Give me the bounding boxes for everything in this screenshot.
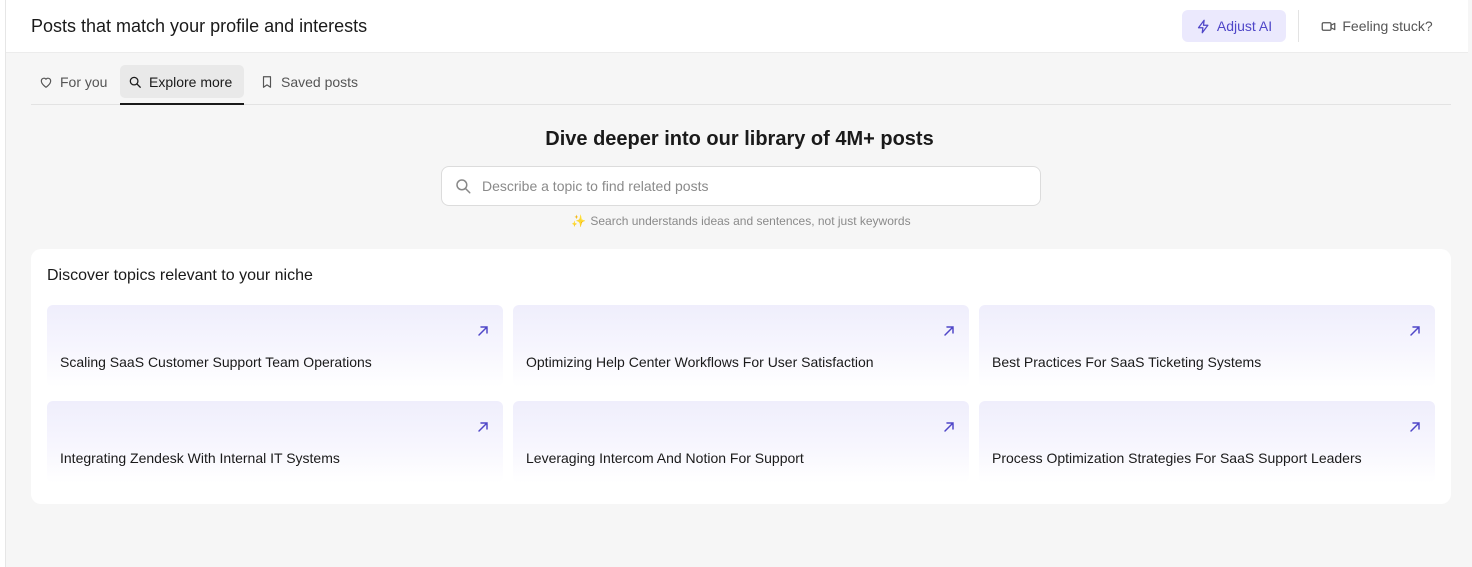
search-icon: [128, 75, 142, 89]
arrow-up-right-icon: [475, 419, 491, 435]
tab-bar: For you Explore more Saved posts: [31, 53, 1451, 105]
topic-card[interactable]: Process Optimization Strategies For SaaS…: [979, 401, 1435, 483]
feeling-stuck-button[interactable]: Feeling stuck?: [1312, 10, 1442, 42]
heart-icon: [39, 75, 53, 89]
video-icon: [1321, 19, 1336, 34]
bookmark-icon: [260, 75, 274, 89]
search-icon: [454, 177, 472, 195]
adjust-ai-label: Adjust AI: [1216, 18, 1273, 34]
topic-card[interactable]: Best Practices For SaaS Ticketing System…: [979, 305, 1435, 387]
tab-label: Explore more: [149, 73, 233, 90]
arrow-up-right-icon: [941, 419, 957, 435]
arrow-up-right-icon: [1407, 323, 1423, 339]
adjust-ai-button[interactable]: Adjust AI: [1182, 10, 1286, 42]
search-hint: ✨ Search understands ideas and sentences,…: [6, 214, 1472, 228]
tab-saved-posts[interactable]: Saved posts: [252, 65, 366, 98]
topic-card-label: Scaling SaaS Customer Support Team Opera…: [60, 354, 372, 370]
topic-card[interactable]: Scaling SaaS Customer Support Team Opera…: [47, 305, 503, 387]
page-title: Posts that match your profile and intere…: [31, 16, 368, 36]
search-hint-text: Search understands ideas and sentences, …: [590, 214, 911, 228]
arrow-up-right-icon: [941, 323, 957, 339]
sparkle-icon: ✨: [571, 214, 587, 228]
topic-card[interactable]: Leveraging Intercom And Notion For Suppo…: [513, 401, 969, 483]
arrow-up-right-icon: [475, 323, 491, 339]
topics-panel: Discover topics relevant to your niche S…: [31, 249, 1451, 504]
topics-heading: Discover topics relevant to your niche: [47, 267, 313, 284]
top-bar: Posts that match your profile and intere…: [6, 0, 1468, 53]
feeling-stuck-label: Feeling stuck?: [1342, 18, 1433, 34]
divider: [1298, 10, 1299, 42]
arrow-up-right-icon: [1407, 419, 1423, 435]
topic-card-label: Best Practices For SaaS Ticketing System…: [992, 354, 1262, 370]
topic-card[interactable]: Integrating Zendesk With Internal IT Sys…: [47, 401, 503, 483]
tab-for-you[interactable]: For you: [31, 65, 115, 98]
topic-card-label: Optimizing Help Center Workflows For Use…: [526, 354, 874, 370]
topic-search-input[interactable]: [482, 178, 1002, 194]
tab-explore-more[interactable]: Explore more: [120, 65, 244, 98]
tab-label: Saved posts: [281, 73, 359, 90]
explore-heading: Dive deeper into our library of 4M+ post…: [545, 128, 934, 150]
app-frame: Posts that match your profile and intere…: [5, 0, 1472, 567]
topic-card-label: Leveraging Intercom And Notion For Suppo…: [526, 450, 804, 466]
active-tab-indicator: [120, 103, 244, 105]
topic-search-box[interactable]: [441, 166, 1041, 206]
tab-label: For you: [60, 73, 108, 90]
topic-card-label: Integrating Zendesk With Internal IT Sys…: [60, 450, 340, 466]
lightning-icon: [1196, 19, 1211, 34]
topic-card[interactable]: Optimizing Help Center Workflows For Use…: [513, 305, 969, 387]
topic-card-label: Process Optimization Strategies For SaaS…: [992, 450, 1362, 466]
